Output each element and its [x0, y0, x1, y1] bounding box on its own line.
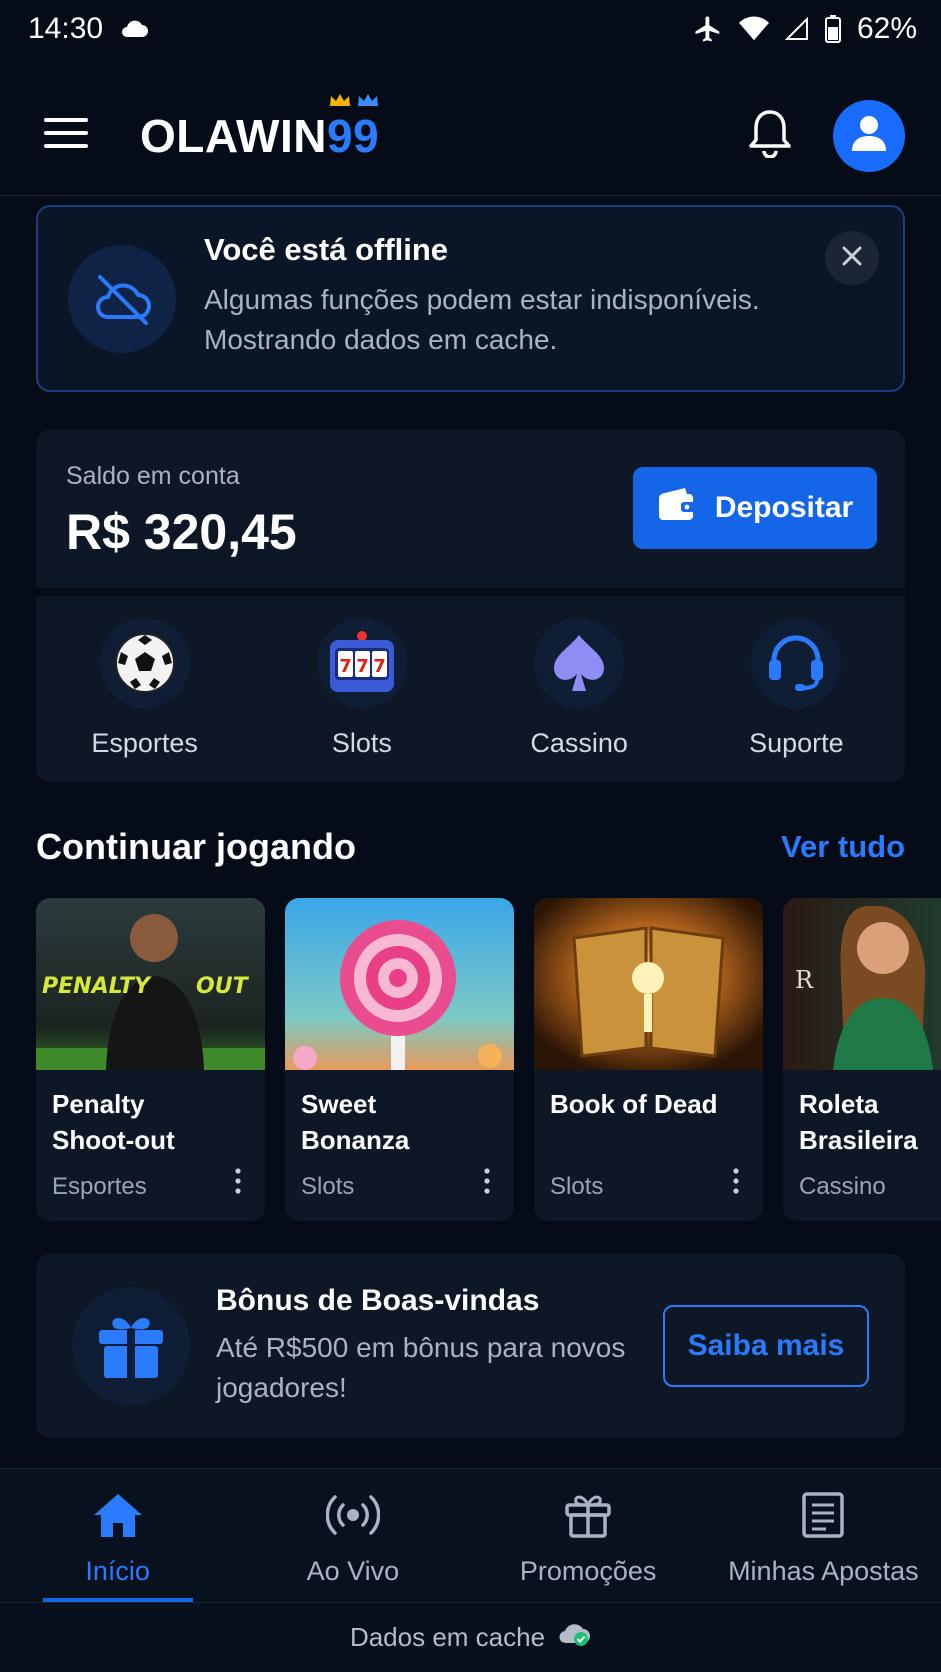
- wallet-icon: [657, 486, 697, 530]
- category-label: Slots: [331, 728, 392, 758]
- bonus-title: Bônus de Boas-vindas: [216, 1284, 540, 1317]
- status-time: 14:30: [28, 12, 104, 45]
- category-suporte[interactable]: Suporte: [691, 618, 901, 759]
- game-title: Sweet Bonanza: [301, 1089, 410, 1155]
- nav-ao-vivo[interactable]: Ao Vivo: [235, 1469, 470, 1602]
- category-label: Suporte: [749, 728, 844, 758]
- close-icon: [841, 245, 863, 272]
- game-title: Book of Dead: [550, 1089, 718, 1119]
- bottom-navigation: Início Ao Vivo Promoções Minhas Apostas: [0, 1468, 941, 1602]
- game-card[interactable]: PENALTY OUT Penalty Shoot-out Esportes: [36, 898, 265, 1221]
- nav-inicio[interactable]: Início: [0, 1469, 235, 1602]
- svg-text:OUT: OUT: [196, 974, 250, 999]
- game-category: Cassino: [799, 1173, 886, 1200]
- offline-message: Algumas funções podem estar indisponívei…: [204, 283, 760, 355]
- airplane-icon: [693, 14, 723, 44]
- svg-text:7: 7: [339, 656, 352, 677]
- more-options-icon[interactable]: [733, 1168, 739, 1199]
- headset-icon: [751, 618, 842, 708]
- game-card[interactable]: Book of Dead Slots: [534, 898, 763, 1221]
- game-thumbnail: [534, 898, 763, 1070]
- welcome-bonus-card: Bônus de Boas-vindas Até R$500 em bônus …: [36, 1254, 905, 1438]
- battery-level: 62%: [856, 12, 917, 45]
- spade-icon: [534, 618, 625, 708]
- svg-text:PENALTY: PENALTY: [42, 974, 152, 999]
- cloud-off-icon: [68, 244, 176, 353]
- deposit-label: Depositar: [714, 491, 854, 524]
- offline-title: Você está offline: [204, 231, 449, 267]
- game-card[interactable]: R Roleta Brasileira Cassino: [783, 898, 941, 1221]
- deposit-button[interactable]: Depositar: [633, 467, 877, 549]
- nav-label: Minhas Apostas: [728, 1556, 919, 1586]
- crown-icon: [329, 93, 379, 107]
- nav-label: Promoções: [519, 1556, 657, 1586]
- cache-status-bar: Dados em cache: [0, 1602, 941, 1672]
- wifi-icon: [738, 16, 769, 42]
- app-header: OLAWIN 99: [0, 76, 941, 196]
- gift-icon: [72, 1287, 190, 1405]
- slot-machine-icon: 777: [316, 618, 407, 708]
- user-avatar-button[interactable]: [833, 99, 905, 172]
- cloud-icon: [119, 19, 149, 39]
- more-options-icon[interactable]: [235, 1168, 241, 1199]
- game-card[interactable]: Sweet Bonanza Slots: [285, 898, 514, 1221]
- logo-number: 99: [326, 109, 380, 162]
- balance-card: Saldo em conta R$ 320,45 Depositar: [36, 430, 905, 588]
- see-all-link[interactable]: Ver tudo: [781, 829, 905, 865]
- svg-text:R: R: [795, 966, 814, 994]
- game-thumbnail: R: [783, 898, 941, 1070]
- home-icon: [92, 1491, 144, 1544]
- live-broadcast-icon: [325, 1491, 381, 1544]
- category-label: Esportes: [91, 728, 198, 758]
- signal-icon: [784, 17, 809, 41]
- offline-banner: Você está offline Algumas funções podem …: [36, 205, 905, 392]
- quick-categories: Esportes 777 Slots Cassino Suporte: [36, 596, 905, 782]
- game-category: Slots: [301, 1173, 355, 1200]
- bonus-description: Até R$500 em bônus para novos jogadores!: [216, 1332, 626, 1403]
- game-carousel[interactable]: PENALTY OUT Penalty Shoot-out Esportes S…: [36, 898, 941, 1221]
- category-cassino[interactable]: Cassino: [474, 618, 684, 759]
- cache-status-text: Dados em cache: [349, 1622, 546, 1652]
- user-icon: [849, 113, 889, 158]
- menu-icon[interactable]: [44, 116, 88, 155]
- nav-label: Ao Vivo: [306, 1556, 400, 1586]
- more-options-icon[interactable]: [484, 1168, 490, 1199]
- section-title: Continuar jogando: [36, 826, 356, 867]
- logo-text: OLAWIN: [140, 109, 327, 162]
- gift-icon: [564, 1491, 612, 1544]
- nav-minhas-apostas[interactable]: Minhas Apostas: [706, 1469, 941, 1602]
- nav-label: Início: [85, 1556, 150, 1586]
- brand-logo[interactable]: OLAWIN 99: [140, 93, 380, 163]
- game-title: Roleta Brasileira: [799, 1089, 918, 1155]
- bet-slip-icon: [801, 1491, 845, 1544]
- soccer-ball-icon: [99, 618, 190, 708]
- game-category: Esportes: [52, 1173, 147, 1200]
- game-thumbnail: PENALTY OUT: [36, 898, 265, 1070]
- game-title: Penalty Shoot-out: [52, 1089, 175, 1155]
- status-bar: 14:30 62%: [0, 0, 941, 58]
- category-slots[interactable]: 777 Slots: [257, 618, 467, 759]
- category-esportes[interactable]: Esportes: [40, 618, 250, 759]
- nav-promocoes[interactable]: Promoções: [471, 1469, 706, 1602]
- learn-more-button[interactable]: Saiba mais: [663, 1305, 869, 1387]
- game-category: Slots: [550, 1173, 604, 1200]
- svg-text:7: 7: [373, 656, 386, 677]
- category-label: Cassino: [530, 728, 628, 758]
- battery-icon: [824, 15, 841, 43]
- svg-text:7: 7: [356, 656, 369, 677]
- game-thumbnail: [285, 898, 514, 1070]
- notification-bell-icon[interactable]: [747, 108, 793, 163]
- cloud-check-icon: [557, 1621, 591, 1654]
- close-banner-button[interactable]: [825, 231, 879, 285]
